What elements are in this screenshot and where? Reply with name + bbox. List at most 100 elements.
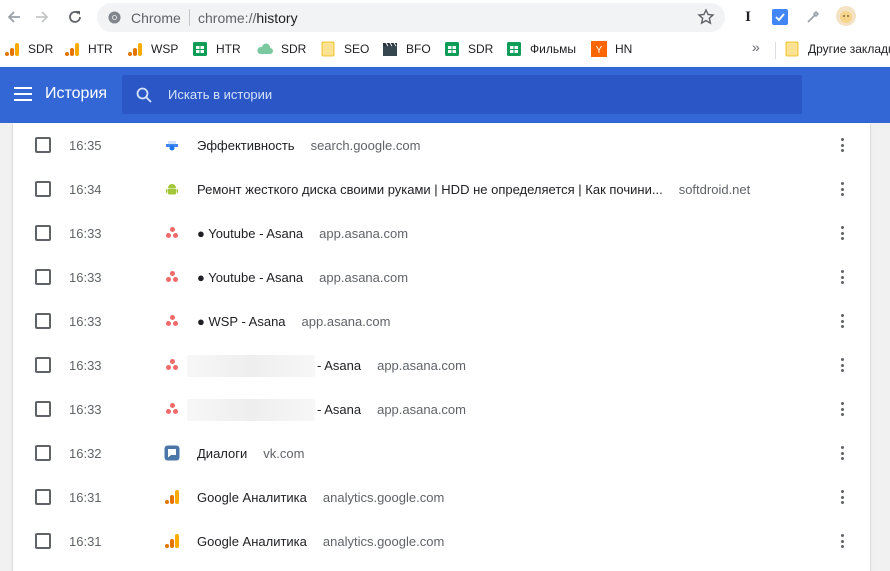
history-search-input[interactable]: Искать в истории	[122, 75, 802, 114]
arrow-right-icon	[36, 11, 49, 23]
page-title-link[interactable]: Google Аналитика	[197, 490, 307, 505]
history-list: 16:35 Эффективность search.google.com 16…	[13, 123, 870, 571]
asana-icon	[164, 357, 180, 373]
visit-time: 16:31	[69, 534, 102, 549]
bookmark-htr[interactable]: HTR	[64, 40, 113, 58]
page-domain: analytics.google.com	[322, 534, 445, 549]
analytics-icon	[164, 533, 180, 549]
page-title-link[interactable]: ● WSP - Asana	[197, 314, 286, 329]
visit-time: 16:33	[69, 270, 102, 285]
row-checkbox[interactable]	[35, 181, 51, 197]
page-domain: app.asana.com	[377, 402, 466, 417]
row-checkbox[interactable]	[35, 401, 51, 417]
bookmark-star-icon[interactable]	[697, 8, 715, 26]
bookmark-sdr-cloud[interactable]: SDR	[257, 40, 306, 58]
page-domain: app.asana.com	[301, 314, 391, 329]
more-actions-icon[interactable]	[834, 356, 850, 374]
bookmark-seo-folder[interactable]: SEO	[320, 40, 369, 58]
page-title-link[interactable]: Диалоги	[197, 446, 247, 461]
history-header: История Искать в истории	[0, 67, 890, 123]
bookmarks-divider	[775, 42, 776, 59]
analytics-icon	[64, 41, 80, 57]
page-title-link[interactable]: ● Youtube - Asana	[197, 226, 303, 241]
row-checkbox[interactable]	[35, 445, 51, 461]
folder-icon	[784, 41, 800, 57]
site-label: Chrome	[131, 10, 181, 26]
row-checkbox[interactable]	[35, 225, 51, 241]
more-actions-icon[interactable]	[834, 268, 850, 286]
visit-time: 16:33	[69, 402, 102, 417]
more-actions-icon[interactable]	[834, 444, 850, 462]
page-title-link[interactable]: - Asana	[317, 358, 361, 373]
history-row[interactable]: 16:32 Диалоги vk.com	[13, 431, 870, 475]
history-row[interactable]: 16:33 - Asana app.asana.com	[13, 387, 870, 431]
more-actions-icon[interactable]	[834, 488, 850, 506]
profile-avatar[interactable]	[836, 6, 856, 26]
extension-i-icon[interactable]: I	[739, 8, 757, 26]
more-actions-icon[interactable]	[834, 400, 850, 418]
address-bar[interactable]: Chrome chrome://history	[97, 3, 725, 32]
search-console-icon	[164, 137, 180, 153]
row-checkbox[interactable]	[35, 357, 51, 373]
bookmark-label: SDR	[28, 42, 54, 56]
bookmark-sdr[interactable]: SDR	[4, 40, 53, 58]
more-actions-icon[interactable]	[834, 224, 850, 242]
page-title-link[interactable]: Google Аналитика	[197, 534, 307, 549]
bookmark-films[interactable]: Фильмы	[506, 40, 576, 58]
bookmark-hn[interactable]: Y HN	[591, 40, 632, 58]
page-title-link[interactable]: Ремонт жесткого диска своими руками | HD…	[197, 182, 663, 197]
visit-time: 16:31	[69, 490, 102, 505]
visit-time: 16:33	[69, 358, 102, 373]
history-row[interactable]: 16:33 ● Youtube - Asana app.asana.com	[13, 255, 870, 299]
url-text[interactable]: chrome://history	[198, 10, 298, 26]
history-row[interactable]: 16:31 Google Аналитика analytics.google.…	[13, 519, 870, 563]
history-row[interactable]: 16:31 Google Аналитика analytics.google.…	[13, 475, 870, 519]
row-checkbox[interactable]	[35, 313, 51, 329]
url-path: history	[256, 10, 298, 26]
history-row[interactable]: 16:33 ● Youtube - Asana app.asana.com	[13, 211, 870, 255]
row-checkbox[interactable]	[35, 489, 51, 505]
extension-check-icon[interactable]	[771, 8, 789, 26]
redacted-title-blur	[187, 354, 315, 377]
visit-time: 16:33	[69, 226, 102, 241]
page-title-link[interactable]: Эффективность	[197, 138, 295, 153]
row-checkbox[interactable]	[35, 137, 51, 153]
history-row[interactable]: 16:33 ● WSP - Asana app.asana.com	[13, 299, 870, 343]
clapper-icon	[382, 41, 398, 57]
more-actions-icon[interactable]	[834, 180, 850, 198]
forward-button[interactable]	[30, 5, 54, 29]
page-title-link[interactable]: ● Youtube - Asana	[197, 270, 303, 285]
url-scheme: chrome://	[198, 10, 257, 26]
svg-text:Y: Y	[596, 45, 603, 56]
bookmark-wsp[interactable]: WSP	[127, 40, 178, 58]
bookmark-label: Другие закладк	[808, 42, 890, 56]
more-actions-icon[interactable]	[834, 532, 850, 550]
bookmark-label: HTR	[88, 42, 113, 56]
more-bookmarks-chevron-icon[interactable]: »	[752, 39, 760, 55]
vk-dialogs-icon	[164, 445, 180, 461]
history-row[interactable]: 16:33 - Asana app.asana.com	[13, 343, 870, 387]
history-row[interactable]: 16:34 Ремонт жесткого диска своими рукам…	[13, 167, 870, 211]
bookmark-sdr-sheet[interactable]: SDR	[444, 40, 493, 58]
visit-time: 16:35	[69, 138, 102, 153]
visit-time: 16:32	[69, 446, 102, 461]
extension-eyedropper-icon[interactable]	[804, 8, 822, 26]
page-domain: softdroid.net	[678, 182, 751, 197]
back-button[interactable]	[2, 5, 26, 29]
history-row[interactable]: 16:35 Эффективность search.google.com	[13, 123, 870, 167]
bookmark-bfo[interactable]: BFO	[382, 40, 431, 58]
reload-button[interactable]	[63, 5, 87, 29]
other-bookmarks-folder[interactable]: Другие закладк	[784, 40, 890, 58]
bookmark-label: SEO	[344, 42, 370, 56]
android-icon	[164, 181, 180, 197]
bookmark-label: Фильмы	[530, 42, 576, 56]
bookmark-htr-sheet[interactable]: HTR	[192, 40, 241, 58]
more-actions-icon[interactable]	[834, 136, 850, 154]
hamburger-menu-icon[interactable]	[14, 87, 32, 101]
more-actions-icon[interactable]	[834, 312, 850, 330]
row-checkbox[interactable]	[35, 269, 51, 285]
search-placeholder: Искать в истории	[168, 87, 273, 102]
row-checkbox[interactable]	[35, 533, 51, 549]
page-title-link[interactable]: - Asana	[317, 402, 361, 417]
page-domain: analytics.google.com	[322, 490, 445, 505]
